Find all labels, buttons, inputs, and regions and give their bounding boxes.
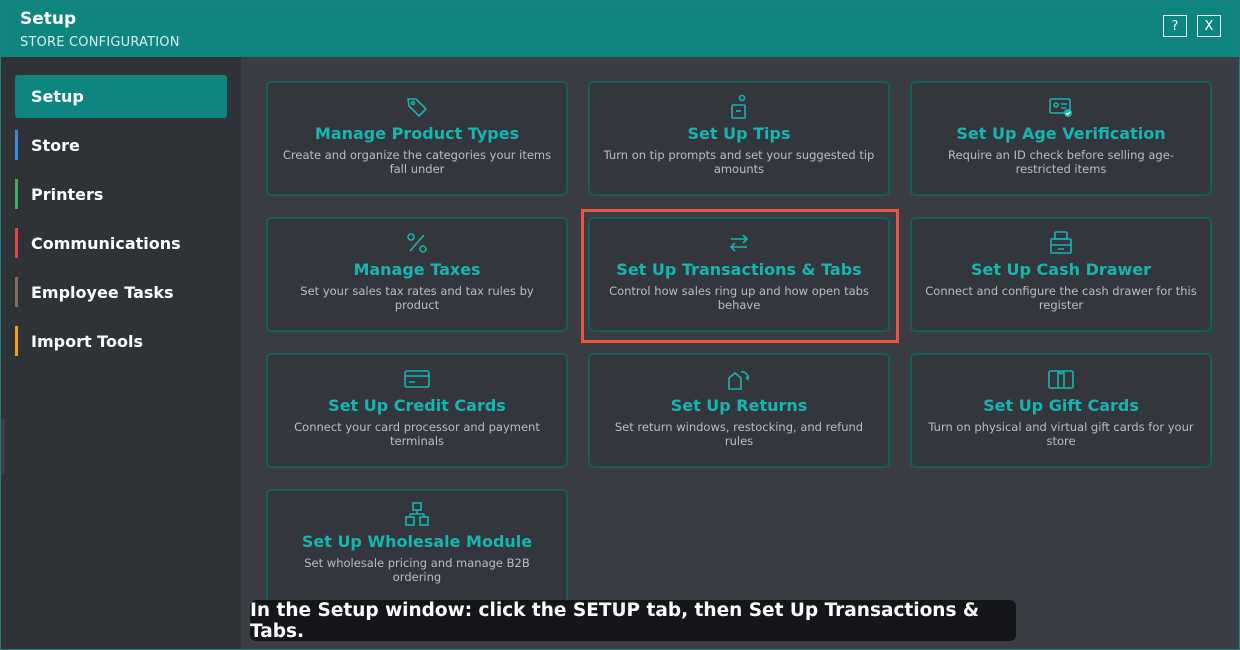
sidebar-item-printers[interactable]: Printers [15,179,227,209]
tile-description: Create and organize the categories your … [282,148,552,176]
title-bar: Setup STORE CONFIGURATION ? X [1,1,1239,57]
setup-window: Setup STORE CONFIGURATION ? X Setup Stor… [0,0,1240,650]
tile-set-up-gift-cards[interactable]: Set Up Gift Cards Turn on physical and v… [910,353,1212,468]
tile-set-up-returns[interactable]: Set Up Returns Set return windows, resto… [588,353,890,468]
close-button[interactable]: X [1197,15,1221,37]
color-marker [15,228,18,258]
tile-description: Set return windows, restocking, and refu… [614,420,864,448]
tile-description: Connect and configure the cash drawer fo… [925,284,1197,312]
tag-icon [403,93,431,121]
sidebar-item-employee-tasks[interactable]: Employee Tasks [15,277,227,307]
tile-title: Manage Taxes [353,260,481,279]
tile-title: Set Up Transactions & Tabs [616,260,862,279]
sidebar-item-label: Communications [31,233,181,253]
id-check-icon [1047,93,1075,121]
sidebar: Setup Store Printers Communications Empl… [1,57,241,649]
tile-title: Manage Product Types [314,124,520,143]
tile-title: Set Up Returns [670,396,808,415]
window-title: Setup [20,9,77,29]
sidebar-item-label: Printers [31,184,104,204]
tile-set-up-tips[interactable]: Set Up Tips Turn on tip prompts and set … [588,81,890,196]
tile-description: Set your sales tax rates and tax rules b… [300,284,534,312]
swap-arrows-icon [725,229,753,257]
color-marker [15,179,18,209]
tile-manage-product-types[interactable]: Manage Product Types Create and organize… [266,81,568,196]
tile-title: Set Up Credit Cards [328,396,506,415]
tile-set-up-credit-cards[interactable]: Set Up Credit Cards Connect your card pr… [266,353,568,468]
tile-description: Control how sales ring up and how open t… [609,284,869,312]
sidebar-item-setup[interactable]: Setup [15,75,227,118]
tile-description: Set wholesale pricing and manage B2B ord… [304,556,530,584]
cash-drawer-icon [1047,229,1075,257]
tile-description: Turn on tip prompts and set your suggest… [603,148,875,176]
sidebar-item-import-tools[interactable]: Import Tools [15,326,227,356]
sidebar-item-label: Import Tools [31,331,143,351]
tile-set-up-age-verification[interactable]: Set Up Age Verification Require an ID ch… [910,81,1212,196]
gift-card-icon [1047,365,1075,393]
return-box-icon [725,365,753,393]
sidebar-edge [1,419,5,474]
color-marker [15,326,18,356]
tile-description: Require an ID check before selling age-r… [948,148,1174,176]
tile-title: Set Up Wholesale Module [301,532,533,551]
sidebar-item-label: Employee Tasks [31,282,174,302]
sidebar-item-label: Store [31,135,80,155]
tile-title: Set Up Cash Drawer [970,260,1152,279]
instruction-caption: In the Setup window: click the SETUP tab… [250,600,1016,642]
color-marker [15,277,18,307]
main-panel: Manage Product Types Create and organize… [241,57,1239,649]
boxes-icon [403,501,431,529]
sidebar-item-store[interactable]: Store [15,130,227,160]
window-subtitle: STORE CONFIGURATION [20,35,180,50]
tile-title: Set Up Age Verification [956,124,1166,143]
tip-jar-icon [725,93,753,121]
tile-title: Set Up Tips [687,124,791,143]
percent-icon [403,229,431,257]
tile-manage-taxes[interactable]: Manage Taxes Set your sales tax rates an… [266,217,568,332]
tile-set-up-transactions-tabs[interactable]: Set Up Transactions & Tabs Control how s… [588,217,890,332]
color-marker [15,130,18,160]
sidebar-item-communications[interactable]: Communications [15,228,227,258]
tile-title: Set Up Gift Cards [983,396,1139,415]
sidebar-item-label: Setup [31,87,84,106]
tile-set-up-cash-drawer[interactable]: Set Up Cash Drawer Connect and configure… [910,217,1212,332]
tile-description: Turn on physical and virtual gift cards … [928,420,1194,448]
tile-set-up-wholesale-module[interactable]: Set Up Wholesale Module Set wholesale pr… [266,489,568,607]
help-button[interactable]: ? [1163,15,1187,37]
tile-description: Connect your card processor and payment … [294,420,540,448]
credit-card-icon [403,365,431,393]
